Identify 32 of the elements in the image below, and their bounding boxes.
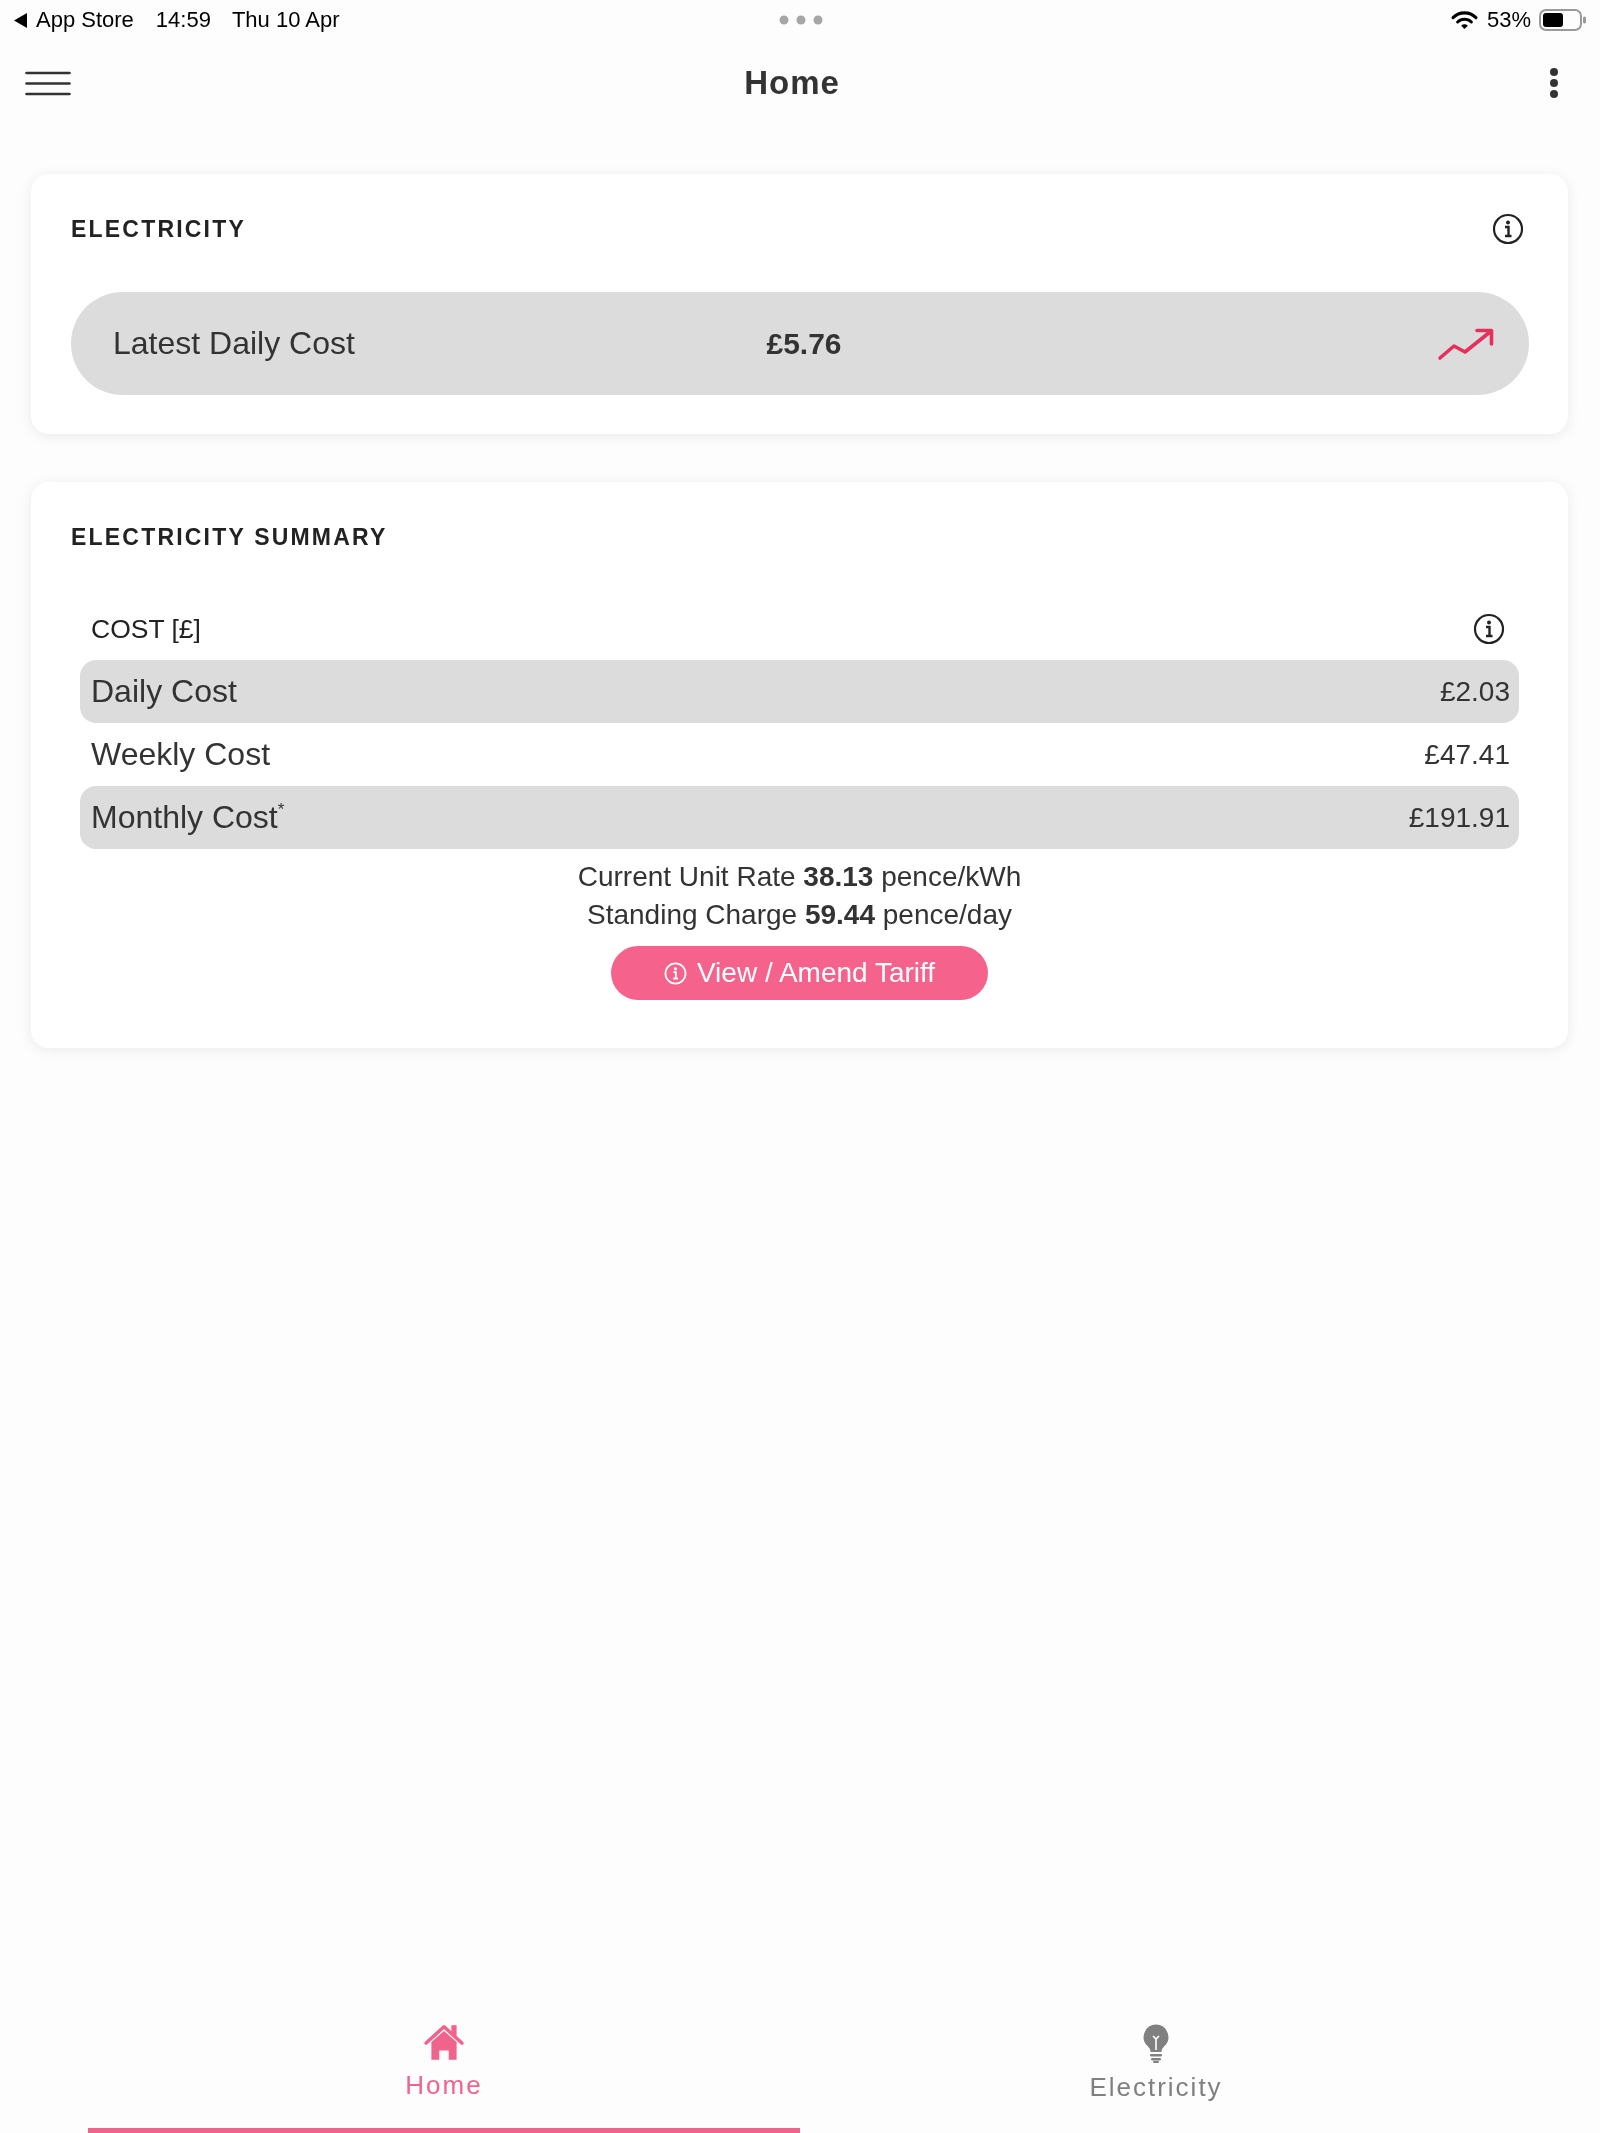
wifi-icon (1450, 10, 1478, 30)
row-label: Daily Cost (91, 673, 237, 710)
status-date: Thu 10 Apr (231, 7, 340, 33)
card-title: ELECTRICITY SUMMARY (71, 523, 388, 552)
cost-value: £5.76 (766, 326, 842, 361)
back-link[interactable]: App Store (36, 7, 134, 33)
rate-text: Current Unit Rate 38.13 pence/kWh (577, 860, 1022, 894)
row-label: Monthly Cost$^{*}$ (91, 799, 285, 836)
tariff-button[interactable]: View / Amend Tariff (611, 946, 988, 1000)
card-title: ELECTRICITY (71, 215, 246, 244)
menu-icon[interactable] (25, 70, 71, 96)
cost-label: Latest Daily Cost (113, 325, 355, 362)
rate-text: Standing Charge 59.44 pence/day (587, 898, 1012, 932)
house-icon (423, 2022, 465, 2062)
lightbulb-icon (1141, 2022, 1171, 2064)
row-value: £47.41 (1424, 738, 1510, 771)
row-value: £191.91 (1408, 801, 1510, 834)
table-heading: COST [£] (91, 613, 201, 645)
row-value: £2.03 (1439, 675, 1510, 708)
battery-icon (1539, 9, 1587, 31)
page-title: Home (744, 64, 840, 102)
info-icon (663, 961, 687, 985)
more-icon[interactable] (1549, 67, 1559, 99)
status-time: 14:59 (155, 7, 211, 33)
info-icon[interactable] (1492, 213, 1524, 245)
nav-tab[interactable]: Electricity (800, 2010, 1512, 2133)
trend-up-icon (1437, 326, 1495, 361)
row-label: Weekly Cost (91, 736, 270, 773)
nav-tab[interactable]: Home (88, 2010, 800, 2133)
info-icon[interactable] (1473, 613, 1505, 645)
battery-percent: 53% (1486, 7, 1531, 33)
back-icon[interactable] (14, 12, 27, 28)
